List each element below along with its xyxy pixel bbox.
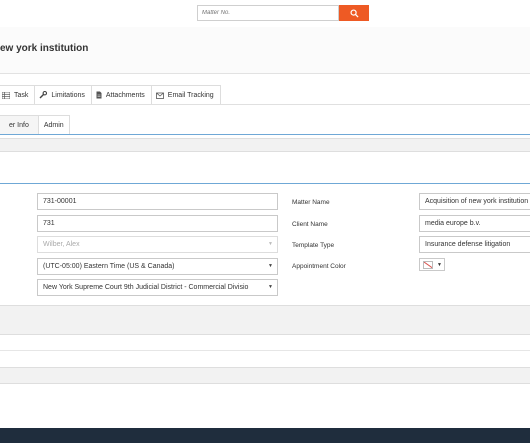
tab-attachments[interactable]: Attachments [90, 85, 152, 104]
tab-admin[interactable]: Admin [37, 115, 70, 134]
court-value: New York Supreme Court 9th Judicial Dist… [43, 284, 249, 291]
file-icon [96, 91, 102, 99]
tab-attachments-label: Attachments [105, 91, 145, 99]
lower-section-header [0, 305, 530, 335]
chevron-down-icon: ▼ [268, 241, 273, 247]
matter-name-value: Acquisition of new york institution [425, 198, 529, 205]
lower-section-bar [0, 367, 530, 384]
timezone-select[interactable]: (UTC-05:00) Eastern Time (US & Canada) ▼ [37, 258, 278, 275]
tab-matter-info[interactable]: er Info [0, 115, 39, 134]
matter-number-field[interactable]: 731-00001 [37, 193, 278, 210]
tab-task[interactable]: Task [0, 85, 36, 104]
section-rule [0, 183, 530, 184]
matter-name-label: Matter Name [292, 199, 330, 206]
court-select[interactable]: New York Supreme Court 9th Judicial Dist… [37, 279, 278, 296]
lower-divider [0, 350, 530, 351]
client-name-label: Client Name [292, 221, 328, 228]
color-swatch [423, 260, 433, 269]
attorney-select[interactable]: Wilber, Alex ▼ [37, 236, 278, 253]
chevron-down-icon: ▼ [268, 263, 273, 269]
list-icon [2, 91, 10, 99]
matter-name-field[interactable]: Acquisition of new york institution [419, 193, 530, 210]
tab-task-label: Task [14, 91, 29, 99]
appointment-color-label: Appointment Color [292, 263, 346, 270]
attorney-value: Wilber, Alex [43, 241, 80, 248]
chevron-down-icon: ▼ [268, 284, 273, 290]
sub-tab-rule [0, 134, 530, 135]
tab-limitations[interactable]: Limitations [34, 85, 92, 104]
client-name-value: media europe b.v. [425, 220, 481, 227]
footer-bar [0, 428, 530, 443]
client-number-value: 731 [43, 220, 55, 227]
envelope-icon [155, 92, 164, 99]
tab-matter-info-label: er Info [9, 121, 29, 129]
matter-number-value: 731-00001 [43, 198, 77, 205]
template-type-field[interactable]: Insurance defense litigation [419, 236, 530, 253]
tab-email-tracking[interactable]: Email Tracking [150, 85, 221, 104]
template-type-label: Template Type [292, 242, 335, 249]
top-tab-bar: Task Limitations Attachments Email Track… [0, 85, 221, 104]
appointment-color-picker[interactable]: ▼ [419, 258, 445, 271]
page-title: ew york institution [0, 43, 89, 54]
title-divider [0, 73, 530, 74]
tab-email-tracking-label: Email Tracking [167, 91, 214, 99]
tab-limitations-label: Limitations [51, 91, 85, 99]
template-type-value: Insurance defense litigation [425, 241, 511, 248]
tab-bar-rule [0, 104, 530, 105]
chevron-down-icon: ▼ [437, 261, 442, 268]
tab-admin-label: Admin [43, 121, 64, 129]
wrench-icon [39, 91, 48, 99]
search-button[interactable] [339, 5, 369, 21]
sub-tab-bar: er Info Admin [0, 115, 70, 134]
timezone-value: (UTC-05:00) Eastern Time (US & Canada) [43, 263, 175, 270]
matter-search-input[interactable] [197, 5, 339, 21]
client-name-field[interactable]: media europe b.v. [419, 215, 530, 232]
client-number-field[interactable]: 731 [37, 215, 278, 232]
section-header [0, 138, 530, 152]
search-icon [349, 8, 359, 18]
